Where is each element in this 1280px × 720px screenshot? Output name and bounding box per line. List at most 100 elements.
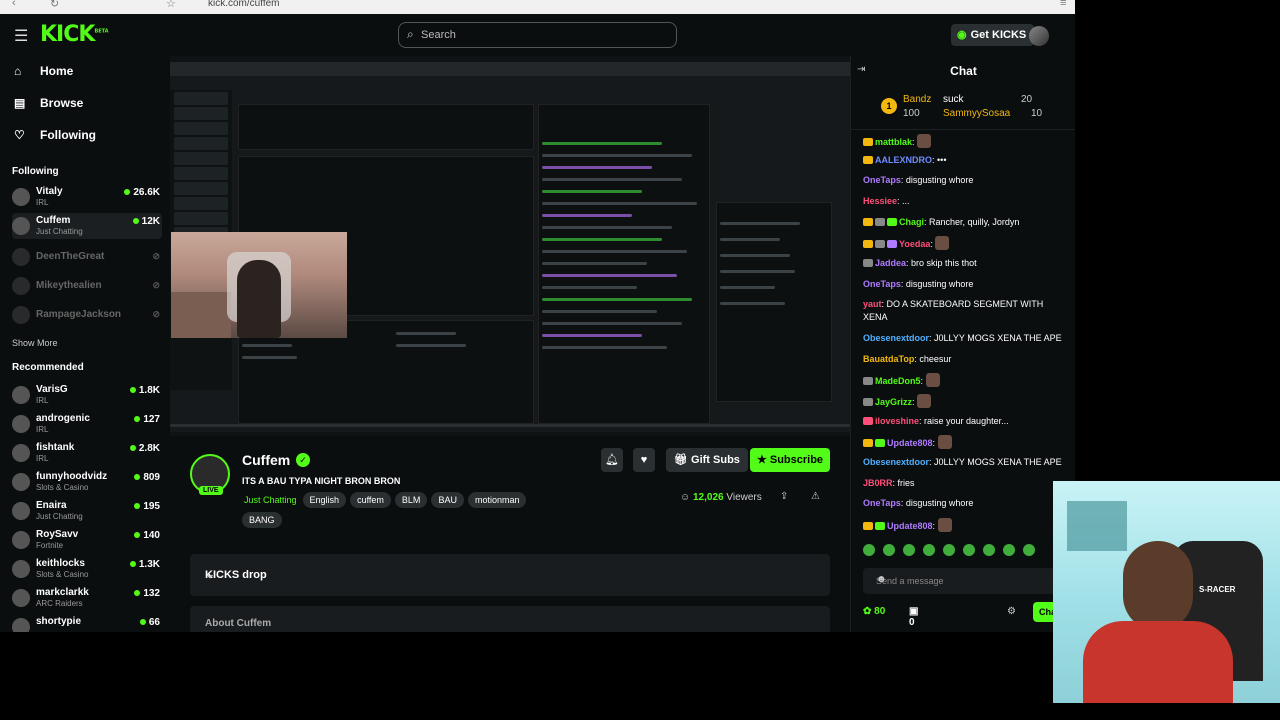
gifter-name[interactable]: SammyySosaa: [943, 108, 1010, 119]
streamer-webcam: [171, 232, 347, 338]
avatar: [12, 277, 30, 295]
streamer-name[interactable]: Cuffem: [242, 452, 290, 468]
kicks-coin-icon: ◉: [957, 29, 967, 41]
subscribe-button[interactable]: ★ Subscribe: [750, 448, 830, 472]
user-icon: ☺: [680, 492, 693, 503]
facecam-head: [1123, 541, 1193, 631]
emote-icon: [937, 435, 952, 449]
show-more-link[interactable]: Show More: [12, 338, 58, 348]
tag[interactable]: motionman: [467, 492, 527, 508]
sidebar-channel[interactable]: Vitaly IRL 26.6K: [12, 184, 162, 210]
kicks-drop-panel[interactable]: KICKS drop ⌄: [190, 554, 830, 596]
gift-icon: 🎁︎: [674, 454, 692, 466]
about-panel: About Cuffem: [190, 606, 830, 632]
sidebar-channel[interactable]: Enaira Just Chatting 195: [12, 498, 162, 524]
sidebar-channel[interactable]: funnyhoodvidz Slots & Casino 809: [12, 469, 162, 495]
sub-badge-icon: [875, 218, 885, 226]
chat-message: yaut: DO A SKATEBOARD SEGMENT WITH XENA: [863, 299, 1044, 322]
stream-session-panel: [238, 104, 534, 150]
address-bar[interactable]: kick.com/cuffem: [208, 0, 280, 9]
sidebar-channel[interactable]: androgenic IRL 127: [12, 411, 162, 437]
back-icon[interactable]: ‹: [12, 0, 16, 9]
emote-icon[interactable]: [863, 544, 875, 556]
emote-icon: [937, 518, 952, 532]
screen-text-line: [542, 286, 637, 289]
gifter-amount: 100: [903, 108, 920, 119]
gift-count[interactable]: ▣ 0: [909, 606, 918, 628]
gifter-name[interactable]: suck: [943, 94, 964, 105]
chat-header: ⇥ Chat: [851, 56, 1075, 84]
browser-menu-icon[interactable]: ≡: [1060, 0, 1066, 9]
screen-text-line: [720, 302, 785, 305]
crown-badge-icon: [863, 218, 873, 226]
screen-text-line: [720, 286, 775, 289]
chat-message: Chagi: Rancher, quilly, Jordyn: [863, 216, 1068, 229]
avatar: [12, 415, 30, 433]
reload-icon[interactable]: ↻: [50, 0, 59, 10]
sidebar-channel[interactable]: markclarkk ARC Raiders 132: [12, 585, 162, 611]
gifter-badge-icon: [887, 218, 897, 226]
report-icon[interactable]: ⚠: [811, 491, 820, 502]
nav-following[interactable]: ♡ Following: [14, 128, 96, 142]
browser-chrome: ‹ ↻ ☆ kick.com/cuffem ≡: [0, 0, 1075, 14]
user-avatar[interactable]: [1029, 26, 1049, 46]
recommended-title: Recommended: [12, 362, 84, 373]
screen-text-line: [242, 356, 297, 359]
emote-icon[interactable]: [903, 544, 915, 556]
tag[interactable]: BANG: [242, 512, 282, 528]
menu-icon[interactable]: ☰: [14, 26, 28, 46]
gift-subs-button[interactable]: 🎁︎ Gift Subs: [666, 448, 748, 472]
emote-icon[interactable]: [1003, 544, 1015, 556]
sidebar-channel[interactable]: shortypie 66: [12, 614, 162, 632]
category-link[interactable]: Just Chatting: [242, 492, 299, 508]
notification-bell-button[interactable]: 🔔︎: [601, 448, 623, 472]
video-player[interactable]: [170, 56, 850, 436]
screen-text-line: [242, 344, 292, 347]
chat-settings-icon[interactable]: ⚙: [1007, 606, 1016, 617]
screen-text-line: [720, 270, 795, 273]
sidebar-channel-offline[interactable]: DeenTheGreat ⊘: [12, 244, 162, 270]
emoji-picker-icon[interactable]: ☻: [876, 574, 1050, 585]
kick-logo[interactable]: KICKBETA: [40, 22, 109, 47]
emote-icon[interactable]: [923, 544, 935, 556]
sidebar-channel-active[interactable]: Cuffem Just Chatting 12K: [12, 213, 162, 239]
screen-text-line: [542, 166, 652, 169]
emote-icon[interactable]: [943, 544, 955, 556]
emote-bar: [863, 544, 1035, 556]
chat-message: iloveshine: raise your daughter...: [863, 415, 1068, 428]
sidebar-channel-offline[interactable]: Mikeythealien ⊘: [12, 273, 162, 299]
bookmark-icon[interactable]: ☆: [166, 0, 176, 10]
tag[interactable]: BLM: [394, 492, 428, 508]
gifter-name[interactable]: Bandz: [903, 94, 931, 105]
sidebar-channel[interactable]: fishtank IRL 2.8K: [12, 440, 162, 466]
emote-icon: [935, 236, 950, 250]
search-input[interactable]: ⌕ Search: [398, 22, 677, 48]
screen-text-line: [542, 322, 682, 325]
channel-points[interactable]: ✿ 80: [863, 606, 885, 617]
chat-message: Obesenextdoor: J0LLYY MOGS XENA THE APE: [863, 333, 1062, 343]
home-icon: ⌂: [14, 64, 22, 78]
sidebar-channel[interactable]: VarisG IRL 1.8K: [12, 382, 162, 408]
sidebar-channel-offline[interactable]: RampageJackson ⊘: [12, 302, 162, 328]
emote-icon[interactable]: [1023, 544, 1035, 556]
sidebar-channel[interactable]: keithlocks Slots & Casino 1.3K: [12, 556, 162, 582]
facecam-poster: [1067, 501, 1127, 551]
tag[interactable]: cuffem: [350, 492, 391, 508]
sub-badge-icon: [863, 398, 873, 406]
get-kicks-button[interactable]: ◉ Get KICKS: [951, 24, 1035, 46]
screen-text-line: [396, 332, 456, 335]
tag[interactable]: English: [302, 492, 347, 508]
follow-button[interactable]: ♥: [633, 448, 655, 472]
webcam-person: [237, 260, 281, 338]
chat-message: Update808:: [863, 435, 1068, 450]
nav-browse[interactable]: ▤ Browse: [14, 96, 83, 110]
chat-message-input[interactable]: Send a message ☻: [863, 568, 1056, 594]
tag[interactable]: BAU: [431, 492, 464, 508]
nav-home[interactable]: ⌂ Home: [14, 64, 73, 78]
chat-message: JB0RR: fries: [863, 478, 915, 488]
emote-icon[interactable]: [963, 544, 975, 556]
share-icon[interactable]: ⇪: [780, 491, 788, 502]
sidebar-channel[interactable]: RoySavv Fortnite 140: [12, 527, 162, 553]
emote-icon[interactable]: [883, 544, 895, 556]
emote-icon[interactable]: [983, 544, 995, 556]
